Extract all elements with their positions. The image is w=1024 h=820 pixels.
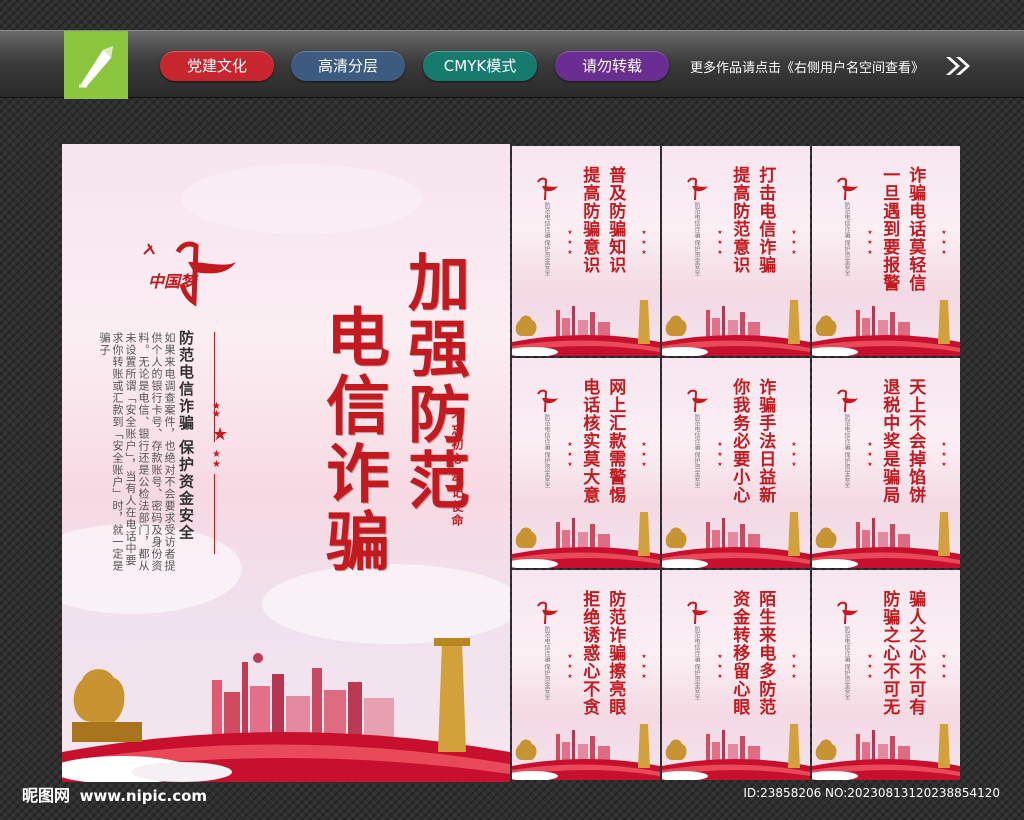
tag-no-repost[interactable]: 请勿转载: [555, 51, 669, 81]
star-icon: ★ ★ ★: [867, 653, 873, 680]
main-subtitle: 防范电信诈骗 保护资金安全: [177, 330, 195, 542]
mini-poster: 防范电信诈骗 保护资金安全 ★ ★ ★ ★ ★ ★ 电话核实莫大意 网上汇款需警惕: [512, 358, 660, 568]
city-skyline-base: [512, 512, 660, 568]
mini-small-text: 防范电信诈骗 保护资金安全: [693, 626, 700, 700]
main-body-text: 如果来电调查案件，也绝对不会要求受访者提供个人的银行卡号、存款账号、密码及身份资…: [98, 332, 176, 572]
star-icon: ★ ★ ★: [641, 653, 647, 680]
mini-title-line1: 防范诈骗擦亮眼: [605, 590, 626, 716]
china-dream-logo: [537, 177, 558, 201]
mini-poster: 防范电信诈骗 保护资金安全 ★ ★ ★ ★ ★ ★ 资金转移留心眼 陌生来电多防范: [662, 570, 810, 780]
mini-title-line2: 资金转移留心眼: [729, 590, 750, 716]
star-icon: ★ ★ ★: [567, 653, 573, 680]
city-skyline-base: [512, 300, 660, 356]
star-icon: ★ ★ ★: [867, 441, 873, 468]
mini-poster: 防范电信诈骗 保护资金安全 ★ ★ ★ ★ ★ ★ 提高防骗意识 普及防骗知识: [512, 146, 660, 356]
mini-small-text: 防范电信诈骗 保护资金安全: [843, 414, 850, 488]
mini-title-line1: 网上汇款需警惕: [605, 378, 626, 504]
brand-name: 昵图网: [22, 786, 71, 805]
mini-title-line1: 诈骗电话莫轻信: [905, 166, 926, 292]
star-icon: ★: [212, 409, 221, 420]
city-skyline-base: [812, 300, 960, 356]
city-skyline-base: [662, 724, 810, 780]
mini-title-line2: 防骗之心不可无: [879, 590, 900, 716]
china-dream-logo: [687, 601, 708, 625]
mini-title-line2: 提高防范意识: [729, 166, 750, 274]
mini-title-line1: 陌生来电多防范: [755, 590, 776, 716]
star-icon: ★ ★ ★: [641, 441, 647, 468]
star-icon: ★ ★ ★: [717, 653, 723, 680]
mini-small-text: 防范电信诈骗 保护资金安全: [843, 202, 850, 276]
mini-small-text: 防范电信诈骗 保护资金安全: [543, 202, 550, 276]
star-icon: ★ ★ ★: [791, 229, 797, 256]
star-icon: ★ ★ ★: [567, 229, 573, 256]
mini-small-text: 防范电信诈骗 保护资金安全: [843, 626, 850, 700]
china-dream-logo: [837, 177, 858, 201]
double-chevron-right-icon[interactable]: [944, 55, 972, 81]
china-dream-logo: [687, 177, 708, 201]
star-icon: ★ ★ ★: [717, 441, 723, 468]
logo-text: 中国梦: [148, 272, 197, 291]
brand-site[interactable]: www.nipic.com: [80, 787, 207, 805]
city-skyline-base: [662, 512, 810, 568]
mini-title-line1: 天上不会掉馅饼: [905, 378, 926, 504]
tag-cmyk-mode[interactable]: CMYK模式: [423, 51, 537, 81]
city-skyline-base: [662, 300, 810, 356]
star-icon: ★: [212, 459, 221, 470]
star-icon: ★: [212, 424, 229, 445]
main-title-line2: 电信诈骗: [315, 304, 390, 576]
mini-poster: 防范电信诈骗 保护资金安全 ★ ★ ★ ★ ★ ★ 拒绝诱惑心不贪 防范诈骗擦亮眼: [512, 570, 660, 780]
mini-small-text: 防范电信诈骗 保护资金安全: [543, 414, 550, 488]
mini-poster: 防范电信诈骗 保护资金安全 ★ ★ ★ ★ ★ ★ 防骗之心不可无 骗人之心不可有: [812, 570, 960, 780]
more-works-link[interactable]: 更多作品请点击《右侧用户名空间查看》: [690, 57, 924, 76]
footer-brand: 昵图网 www.nipic.com: [22, 782, 207, 806]
tag-party-culture[interactable]: 党建文化: [160, 51, 274, 81]
mini-small-text: 防范电信诈骗 保护资金安全: [543, 626, 550, 700]
mini-title-line1: 诈骗手法日益新: [755, 378, 776, 504]
mini-poster: 防范电信诈骗 保护资金安全 ★ ★ ★ ★ ★ ★ 一旦遇到要报警 诈骗电话莫轻信: [812, 146, 960, 356]
mini-title-line1: 打击电信诈骗: [755, 166, 776, 274]
top-banner: 党建文化 高清分层 CMYK模式 请勿转载 更多作品请点击《右侧用户名空间查看》: [0, 30, 1024, 99]
star-icon: ★ ★ ★: [867, 229, 873, 256]
mini-small-text: 防范电信诈骗 保护资金安全: [693, 202, 700, 276]
star-icon: ★ ★ ★: [717, 229, 723, 256]
star-icon: ★ ★ ★: [641, 229, 647, 256]
mini-title-line2: 拒绝诱惑心不贪: [579, 590, 600, 716]
city-skyline-base: [812, 512, 960, 568]
mini-poster: 防范电信诈骗 保护资金安全 ★ ★ ★ ★ ★ ★ 你我务必要小心 诈骗手法日益新: [662, 358, 810, 568]
china-dream-logo: [537, 389, 558, 413]
tag-hd-layers[interactable]: 高清分层: [291, 51, 405, 81]
slogan-seal: 不忘初心 牢记使命: [450, 410, 464, 529]
china-dream-logo: [837, 389, 858, 413]
city-skyline-base: [812, 724, 960, 780]
mini-title-line2: 提高防骗意识: [579, 166, 600, 274]
mini-title-line2: 一旦遇到要报警: [879, 166, 900, 292]
star-icon: ★ ★ ★: [791, 653, 797, 680]
divider-line: [214, 474, 215, 554]
mini-title-line1: 骗人之心不可有: [905, 590, 926, 716]
mini-poster: 防范电信诈骗 保护资金安全 ★ ★ ★ ★ ★ ★ 提高防范意识 打击电信诈骗: [662, 146, 810, 356]
mini-title-line1: 普及防骗知识: [605, 166, 626, 274]
city-skyline-base: [62, 638, 510, 782]
mini-title-line2: 你我务必要小心: [729, 378, 750, 504]
image-id: ID:23858206 NO:20230813120238854120: [743, 786, 1000, 800]
main-poster: 中国梦 加强防范 电信诈骗 ★ ★ ★ ★ ★ 防范电信诈骗 保护资金安全 如果…: [62, 144, 510, 782]
mini-poster: 防范电信诈骗 保护资金安全 ★ ★ ★ ★ ★ ★ 退税中奖是骗局 天上不会掉馅饼: [812, 358, 960, 568]
mini-small-text: 防范电信诈骗 保护资金安全: [693, 414, 700, 488]
star-icon: ★ ★ ★: [941, 441, 947, 468]
star-icon: ★ ★ ★: [941, 229, 947, 256]
mini-title-line2: 电话核实莫大意: [579, 378, 600, 504]
pen-nib-icon[interactable]: [64, 31, 128, 99]
cloud-decoration: [182, 164, 422, 234]
star-icon: ★ ★ ★: [791, 441, 797, 468]
star-icon: ★ ★ ★: [941, 653, 947, 680]
china-dream-logo: [837, 601, 858, 625]
china-dream-logo: [687, 389, 708, 413]
city-skyline-base: [512, 724, 660, 780]
mini-title-line2: 退税中奖是骗局: [879, 378, 900, 504]
star-icon: ★ ★ ★: [567, 441, 573, 468]
china-dream-logo: [537, 601, 558, 625]
